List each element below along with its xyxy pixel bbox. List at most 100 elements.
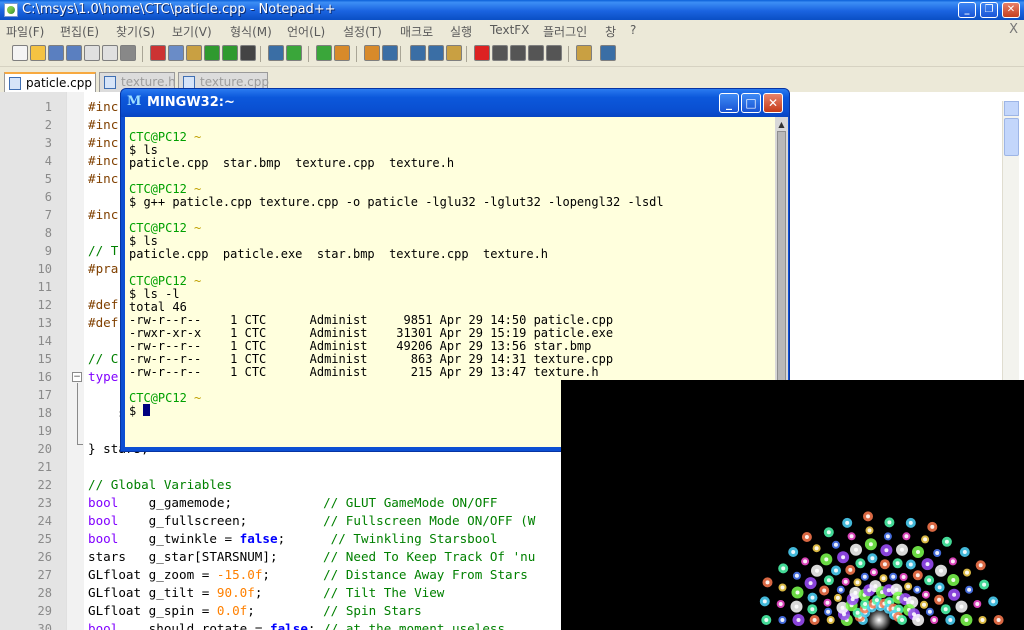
fold-toggle-icon[interactable]: − bbox=[72, 372, 82, 382]
particle-core bbox=[853, 590, 858, 595]
toolbar-separator bbox=[142, 46, 143, 62]
line-number: 9 bbox=[44, 244, 52, 258]
menu-settings[interactable]: 설정(T) bbox=[343, 23, 382, 40]
menu-file[interactable]: 파일(F) bbox=[6, 23, 44, 40]
zoom-out-icon[interactable] bbox=[316, 45, 332, 61]
copy-icon[interactable] bbox=[168, 45, 184, 61]
save-all-icon[interactable] bbox=[66, 45, 82, 61]
menu-language[interactable]: 언어(L) bbox=[287, 23, 325, 40]
save-macro-icon[interactable] bbox=[546, 45, 562, 61]
particle-core bbox=[780, 585, 785, 590]
play-macro-icon[interactable] bbox=[510, 45, 526, 61]
close-button[interactable]: ✕ bbox=[1002, 2, 1020, 18]
notepad-title-bar[interactable]: C:\msys\1.0\home\CTC\paticle.cpp - Notep… bbox=[0, 0, 1024, 20]
replace-icon[interactable] bbox=[268, 45, 284, 61]
menu-help[interactable]: ? bbox=[630, 23, 636, 37]
particle-core bbox=[841, 555, 846, 560]
line-number: 20 bbox=[37, 442, 52, 456]
stop-macro-icon[interactable] bbox=[492, 45, 508, 61]
menu-format[interactable]: 형식(M) bbox=[230, 23, 272, 40]
menu-plugins[interactable]: 플러그인 bbox=[543, 23, 587, 40]
find-icon[interactable] bbox=[240, 45, 256, 61]
terminal-input-line: $ bbox=[129, 404, 151, 418]
spellcheck-icon[interactable] bbox=[600, 45, 616, 61]
terminal-command: $ g++ paticle.cpp texture.cpp -o paticle… bbox=[129, 195, 664, 210]
menu-macro[interactable]: 매크로 bbox=[400, 23, 433, 40]
particle-core bbox=[900, 547, 904, 552]
indent-guide-icon[interactable] bbox=[428, 45, 444, 61]
line-number: 23 bbox=[37, 496, 52, 510]
terminal-maximize-button[interactable]: □ bbox=[741, 93, 761, 113]
particle-core bbox=[908, 520, 913, 525]
particle-core bbox=[962, 550, 967, 554]
particle-core bbox=[887, 600, 892, 605]
run-macro-multiple-icon[interactable] bbox=[528, 45, 544, 61]
opengl-particle-window[interactable] bbox=[561, 380, 1024, 630]
word-wrap-icon[interactable] bbox=[382, 45, 398, 61]
menu-run[interactable]: 실행 bbox=[450, 23, 472, 40]
scroll-up-arrow-icon[interactable] bbox=[1004, 101, 1019, 116]
particle-core bbox=[854, 547, 858, 552]
terminal-scroll-up-icon[interactable]: ▲ bbox=[775, 119, 788, 130]
particle-core bbox=[978, 563, 983, 568]
terminal-command: $ ls bbox=[129, 143, 158, 158]
fold-end bbox=[77, 444, 83, 445]
sync-v-icon[interactable] bbox=[334, 45, 350, 61]
particle-core bbox=[810, 595, 815, 600]
particle-core bbox=[840, 605, 845, 610]
print-icon[interactable] bbox=[120, 45, 136, 61]
line-number: 25 bbox=[37, 532, 52, 546]
paste-icon[interactable] bbox=[186, 45, 202, 61]
save-icon[interactable] bbox=[48, 45, 64, 61]
new-file-icon[interactable] bbox=[12, 45, 28, 61]
particle-core bbox=[815, 568, 819, 573]
code-line: bool g_gamemode; // GLUT GameMode ON/OFF bbox=[88, 495, 498, 510]
line-number: 19 bbox=[37, 424, 52, 438]
terminal-output-line: paticle.cpp star.bmp texture.cpp texture… bbox=[129, 156, 455, 171]
particle-core bbox=[932, 618, 937, 622]
particle-core bbox=[916, 550, 920, 554]
particle-core bbox=[778, 602, 783, 606]
tab-paticle-cpp[interactable]: paticle.cpp bbox=[4, 72, 96, 92]
scroll-thumb[interactable] bbox=[1004, 118, 1019, 156]
particle-core bbox=[810, 607, 815, 612]
show-all-chars-icon[interactable] bbox=[410, 45, 426, 61]
toolbar-separator bbox=[400, 46, 401, 62]
terminal-prompt: CTC@PC12 ~ bbox=[129, 273, 202, 288]
close-icon[interactable] bbox=[84, 45, 100, 61]
minimize-button[interactable]: _ bbox=[958, 2, 976, 18]
fold-margin bbox=[66, 92, 84, 630]
terminal-command: $ ls bbox=[129, 234, 158, 249]
terminal-close-button[interactable]: ✕ bbox=[763, 93, 783, 113]
particle-core bbox=[794, 604, 799, 609]
trim-icon[interactable] bbox=[576, 45, 592, 61]
particle-core bbox=[996, 618, 1001, 622]
open-file-icon[interactable] bbox=[30, 45, 46, 61]
undo-icon[interactable] bbox=[204, 45, 220, 61]
particle-core bbox=[916, 618, 921, 622]
zoom-in-icon[interactable] bbox=[286, 45, 302, 61]
maximize-button[interactable]: ❐ bbox=[980, 2, 998, 18]
menu-search[interactable]: 찾기(S) bbox=[116, 23, 155, 40]
user-lang-icon[interactable] bbox=[446, 45, 462, 61]
particle-core bbox=[803, 559, 808, 564]
terminal-output-line: -rw-r--r-- 1 CTC Administ 863 Apr 29 14:… bbox=[129, 351, 614, 366]
particle-core bbox=[895, 561, 900, 566]
terminal-title-bar[interactable]: M MINGW32:~ _ □ ✕ bbox=[121, 89, 789, 117]
particle-core bbox=[781, 566, 786, 571]
line-number: 8 bbox=[44, 226, 52, 240]
close-all-icon[interactable] bbox=[102, 45, 118, 61]
menu-edit[interactable]: 편집(E) bbox=[60, 23, 99, 40]
terminal-minimize-button[interactable]: _ bbox=[719, 93, 739, 113]
cut-icon[interactable] bbox=[150, 45, 166, 61]
menu-window[interactable]: 창 bbox=[605, 23, 616, 40]
redo-icon[interactable] bbox=[222, 45, 238, 61]
particle-core bbox=[930, 524, 935, 529]
sync-h-icon[interactable] bbox=[364, 45, 380, 61]
menu-textfx[interactable]: TextFX bbox=[490, 23, 529, 37]
particle-core bbox=[824, 557, 829, 562]
menu-view[interactable]: 보기(V) bbox=[172, 23, 212, 40]
particle-core bbox=[935, 551, 940, 555]
document-close-icon[interactable]: X bbox=[1009, 22, 1018, 37]
record-macro-icon[interactable] bbox=[474, 45, 490, 61]
